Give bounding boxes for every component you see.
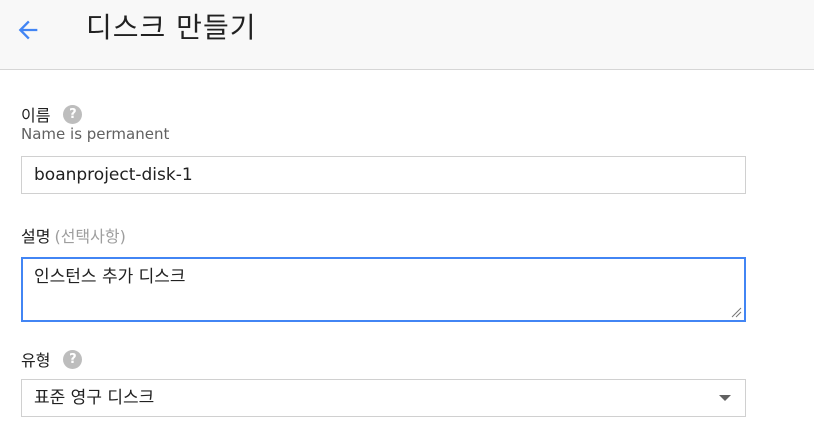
name-label: 이름 [21,106,51,125]
type-selected-value: 표준 영구 디스크 [34,388,155,408]
help-icon[interactable]: ? [63,104,83,124]
back-button[interactable] [10,12,46,48]
help-icon[interactable]: ? [63,349,83,369]
name-label-row: 이름 ? [21,102,83,126]
name-input[interactable]: boanproject-disk-1 [21,156,746,194]
description-label: 설명 [21,227,51,246]
optional-label: (선택사항) [54,227,126,246]
page-header: 디스크 만들기 [0,0,814,70]
resize-grip-icon[interactable] [730,306,742,318]
type-label: 유형 [21,351,51,370]
caret-down-icon [719,395,731,401]
description-label-row: 설명 (선택사항) [21,223,126,247]
arrow-left-icon [18,20,38,40]
type-label-row: 유형 ? [21,347,83,371]
description-textarea[interactable]: 인스턴스 추가 디스크 [21,257,746,322]
name-hint: Name is permanent [21,125,170,143]
page-title: 디스크 만들기 [86,11,257,44]
description-text: 인스턴스 추가 디스크 [34,267,186,287]
type-select[interactable]: 표준 영구 디스크 [21,379,746,417]
